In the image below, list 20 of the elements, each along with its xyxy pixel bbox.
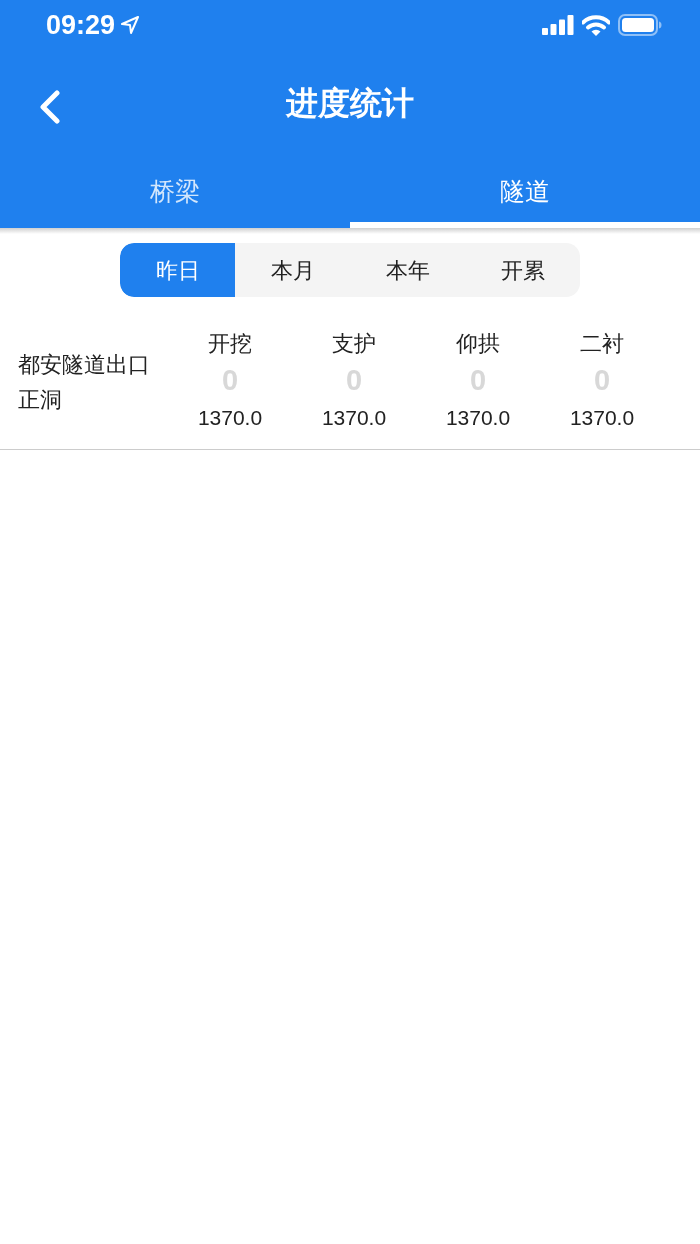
page-title: 进度统计 — [286, 86, 414, 119]
metric-total: 1370.0 — [197, 405, 263, 431]
status-time: 09:29 — [46, 11, 116, 39]
metric-total: 1370.0 — [445, 405, 511, 431]
wifi-icon — [582, 14, 610, 36]
period-option[interactable]: 本年 — [350, 243, 465, 297]
chevron-left-icon — [38, 90, 60, 124]
period-option[interactable]: 开累 — [465, 243, 580, 297]
metric-total: 1370.0 — [569, 405, 635, 431]
period-option[interactable]: 本月 — [235, 243, 350, 297]
metric-label: 二衬 — [580, 330, 624, 358]
tunnel-name: 都安隧道出口正洞 — [18, 351, 151, 414]
period-option[interactable]: 昨日 — [120, 243, 235, 297]
battery-icon — [618, 14, 662, 36]
metric-label: 仰拱 — [456, 330, 500, 358]
location-arrow-icon — [121, 16, 140, 34]
metric-label: 支护 — [332, 330, 376, 358]
metric-total: 1370.0 — [321, 405, 387, 431]
signal-icon — [542, 15, 574, 35]
metric-label: 开挖 — [208, 330, 252, 358]
